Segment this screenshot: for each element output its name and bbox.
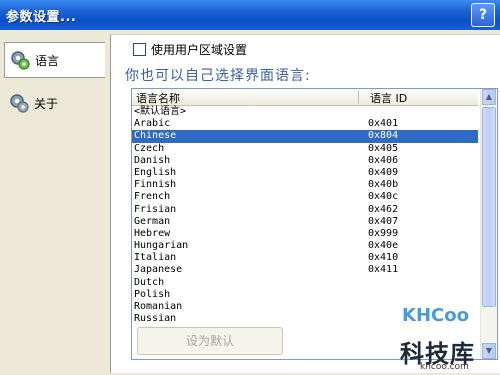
language-id: 0x409 bbox=[368, 166, 399, 178]
list-item[interactable]: Danish 0x406 bbox=[132, 155, 478, 167]
list-item[interactable]: Frisian 0x462 bbox=[132, 204, 478, 216]
scroll-up-icon[interactable]: ▲ bbox=[482, 89, 496, 105]
gear-icon bbox=[10, 94, 29, 113]
language-id: 0x999 bbox=[368, 227, 399, 239]
nav-item-language[interactable]: 语言 bbox=[4, 42, 105, 78]
list-item[interactable]: French 0x40c bbox=[132, 191, 478, 203]
list-item[interactable]: Finnish 0x40b bbox=[132, 179, 478, 191]
language-name: Danish bbox=[134, 154, 171, 166]
language-name: English bbox=[134, 166, 177, 178]
language-name: German bbox=[134, 215, 171, 227]
language-id: 0x462 bbox=[368, 203, 399, 215]
language-name: Japanese bbox=[134, 264, 183, 276]
nav-item-about[interactable]: 关于 bbox=[4, 86, 104, 120]
list-item[interactable]: English 0x409 bbox=[132, 167, 478, 179]
language-name: Italian bbox=[134, 252, 177, 264]
language-name: Polish bbox=[134, 288, 171, 300]
list-item[interactable]: Chinese 0x804 bbox=[132, 130, 478, 143]
language-id: 0x40c bbox=[368, 191, 399, 203]
column-header-name[interactable]: 语言名称 bbox=[136, 90, 359, 105]
list-rows: <默认语言> Arabic 0x401 Chinese 0x804 Czech 0x405 D… bbox=[132, 106, 478, 325]
list-item[interactable]: Japanese 0x411 bbox=[132, 264, 478, 276]
use-region-label: 使用用户区域设置 bbox=[151, 43, 248, 57]
gear-icon bbox=[11, 51, 30, 70]
title-bar: 参数设置... ? bbox=[0, 0, 500, 30]
set-default-button[interactable]: 设为默认 bbox=[137, 327, 283, 355]
language-name: Chinese bbox=[134, 130, 177, 142]
help-button[interactable]: ? bbox=[471, 3, 495, 27]
language-name: French bbox=[134, 191, 171, 203]
language-id: 0x406 bbox=[368, 154, 399, 166]
language-name: Czech bbox=[134, 142, 165, 154]
language-prompt: 你也可以自己选择界面语言: bbox=[125, 68, 311, 84]
list-item[interactable]: Arabic 0x401 bbox=[132, 118, 478, 130]
language-name: Hungarian bbox=[134, 240, 189, 252]
language-name: Arabic bbox=[134, 118, 171, 130]
language-name: Dutch bbox=[134, 276, 165, 288]
language-id: 0x804 bbox=[368, 130, 399, 142]
scroll-thumb[interactable] bbox=[482, 107, 496, 307]
list-item[interactable]: Dutch bbox=[132, 277, 478, 289]
language-id: 0x407 bbox=[368, 215, 399, 227]
list-item[interactable]: <默认语言> bbox=[132, 106, 478, 118]
use-region-option[interactable]: 使用用户区域设置 bbox=[133, 41, 247, 58]
language-name: Finnish bbox=[134, 179, 177, 191]
list-item[interactable]: Polish bbox=[132, 289, 478, 301]
language-id: 0x405 bbox=[368, 142, 399, 154]
nav-item-label: 语言 bbox=[35, 53, 60, 68]
language-id: 0x401 bbox=[368, 118, 399, 130]
list-item[interactable]: Hungarian 0x40e bbox=[132, 240, 478, 252]
nav-item-label: 关于 bbox=[34, 96, 59, 111]
list-item[interactable]: German 0x407 bbox=[132, 216, 478, 228]
language-name: Russian bbox=[134, 313, 177, 325]
watermark-logo: KHCoo bbox=[402, 305, 469, 326]
list-item[interactable]: Hebrew 0x999 bbox=[132, 228, 478, 240]
language-name: <默认语言> bbox=[134, 106, 187, 117]
language-id: 0x410 bbox=[368, 252, 399, 264]
language-name: Romanian bbox=[134, 301, 183, 312]
window-title: 参数设置... bbox=[6, 10, 77, 25]
language-id: 0x411 bbox=[368, 264, 399, 276]
language-id: 0x40b bbox=[368, 179, 399, 191]
language-name: Frisian bbox=[134, 203, 177, 215]
column-header-id[interactable]: 语言 ID bbox=[370, 90, 470, 105]
language-id: 0x40e bbox=[368, 240, 399, 252]
list-item[interactable]: Italian 0x410 bbox=[132, 252, 478, 264]
list-item[interactable]: Czech 0x405 bbox=[132, 143, 478, 155]
watermark-url: khcoo.com bbox=[420, 362, 469, 372]
list-header: 语言名称 语言 ID bbox=[132, 89, 478, 106]
left-nav: 语言 关于 bbox=[0, 30, 110, 375]
scroll-down-icon[interactable]: ▼ bbox=[482, 343, 496, 359]
use-region-checkbox[interactable] bbox=[133, 43, 146, 56]
language-name: Hebrew bbox=[134, 227, 171, 239]
